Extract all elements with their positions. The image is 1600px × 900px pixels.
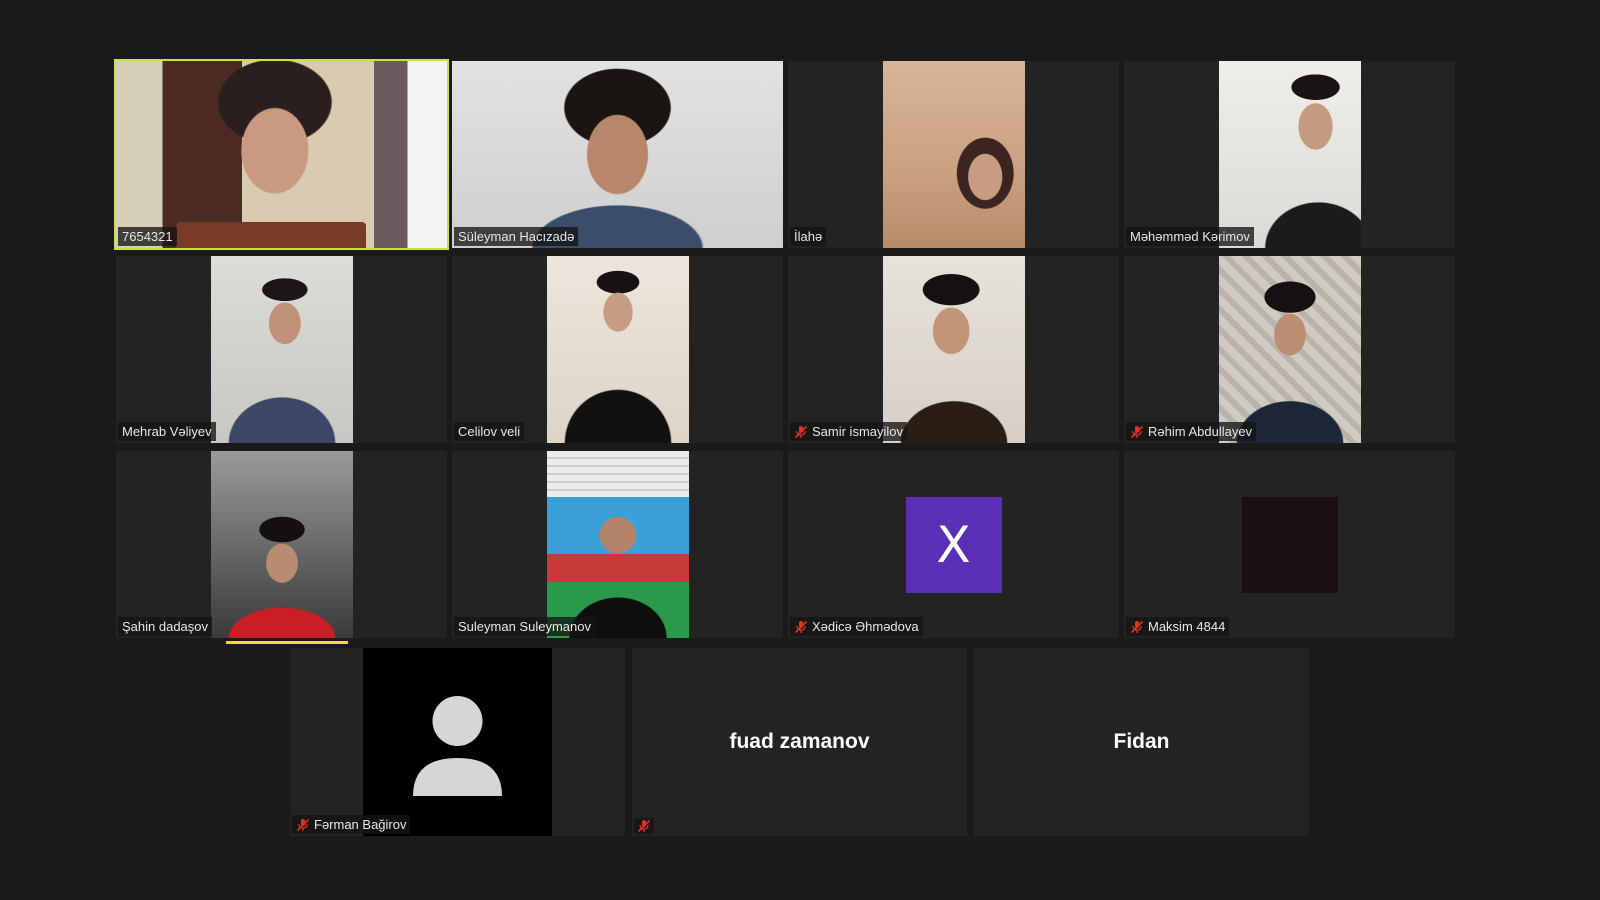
participant-video: [546, 256, 689, 443]
participant-name: Maksim 4844: [1148, 619, 1226, 634]
participant-name-tag: Rəhim Abdullayev: [1126, 422, 1257, 441]
participant-name: Celilov veli: [458, 424, 521, 439]
participant-name: Mehrab Vəliyev: [122, 424, 212, 439]
muted-microphone-icon: [794, 620, 808, 634]
participant-name-tag: Süleyman Hacızadə: [454, 227, 579, 246]
participant-name: İlahə: [794, 229, 823, 244]
participant-tile[interactable]: Məhəmməd Kərimov: [1124, 61, 1455, 248]
muted-microphone-icon: [1130, 620, 1144, 634]
participant-name: 7654321: [122, 229, 173, 244]
participant-name: Süleyman Hacızadə: [458, 229, 575, 244]
participant-name: Fərman Bağirov: [314, 817, 407, 832]
participant-tile[interactable]: Maksim 4844: [1124, 451, 1455, 638]
participant-tile[interactable]: Fərman Bağirov: [290, 648, 625, 836]
participant-tile[interactable]: Suleyman Suleymanov: [452, 451, 783, 638]
participant-name-tag: Fərman Bağirov: [292, 815, 411, 834]
participant-video: [363, 648, 552, 836]
participant-name: Samir ismayilov: [812, 424, 904, 439]
participant-name: Məhəmməd Kərimov: [1130, 229, 1250, 244]
speaker-indicator: [226, 641, 348, 644]
participant-video: [882, 256, 1025, 443]
participant-video: [546, 451, 689, 638]
participant-display-name: fuad zamanov: [729, 730, 870, 753]
participant-video: [210, 256, 353, 443]
muted-microphone-icon: [1130, 425, 1144, 439]
participant-name: Şahin dadaşov: [122, 619, 209, 634]
participant-name-tag: Xədicə Əhmədova: [790, 617, 923, 636]
participant-name-tag: Maksim 4844: [1126, 617, 1230, 636]
participant-tile[interactable]: Şahin dadaşov: [116, 451, 447, 638]
participant-name-tag: İlahə: [790, 227, 827, 246]
participant-name: Suleyman Suleymanov: [458, 619, 591, 634]
person-silhouette-icon: [413, 696, 502, 796]
avatar-placeholder: [1241, 496, 1338, 593]
participant-name-tag: Samir ismayilov: [790, 422, 908, 441]
participant-name: Xədicə Əhmədova: [812, 619, 919, 634]
participant-name-tag: 7654321: [118, 227, 177, 246]
participant-name-tag: Məhəmməd Kərimov: [1126, 227, 1254, 246]
participant-tile[interactable]: Mehrab Vəliyev: [116, 256, 447, 443]
participant-name-tag: [634, 818, 654, 834]
participant-tile[interactable]: İlahə: [788, 61, 1119, 248]
participant-tile[interactable]: Fidan: [974, 648, 1309, 836]
participant-video: [210, 451, 353, 638]
participant-video: [116, 61, 447, 248]
participant-display-name: Fidan: [1113, 730, 1170, 753]
participant-tile[interactable]: Rəhim Abdullayev: [1124, 256, 1455, 443]
participant-name-tag: Suleyman Suleymanov: [454, 617, 595, 636]
muted-microphone-icon: [296, 818, 310, 832]
gallery-view: 7654321 Süleyman Hacızadə İlahə Məhəmməd…: [0, 0, 1600, 900]
participant-tile[interactable]: fuad zamanov: [632, 648, 967, 836]
participant-name-tag: Celilov veli: [454, 422, 525, 441]
avatar-initial: X: [905, 496, 1002, 593]
muted-microphone-icon: [637, 819, 651, 833]
participant-name-tag: Şahin dadaşov: [118, 617, 213, 636]
participant-tile[interactable]: Samir ismayilov: [788, 256, 1119, 443]
participant-video: [882, 61, 1025, 248]
participant-video: [452, 61, 783, 248]
participant-tile[interactable]: X Xədicə Əhmədova: [788, 451, 1119, 638]
participant-name-tag: Mehrab Vəliyev: [118, 422, 216, 441]
participant-video: [1218, 256, 1361, 443]
participant-name: Rəhim Abdullayev: [1148, 424, 1253, 439]
participant-tile[interactable]: 7654321: [114, 59, 449, 250]
participant-video: [1218, 61, 1361, 248]
participant-tile[interactable]: Celilov veli: [452, 256, 783, 443]
participant-tile[interactable]: Süleyman Hacızadə: [452, 61, 783, 248]
muted-microphone-icon: [794, 425, 808, 439]
